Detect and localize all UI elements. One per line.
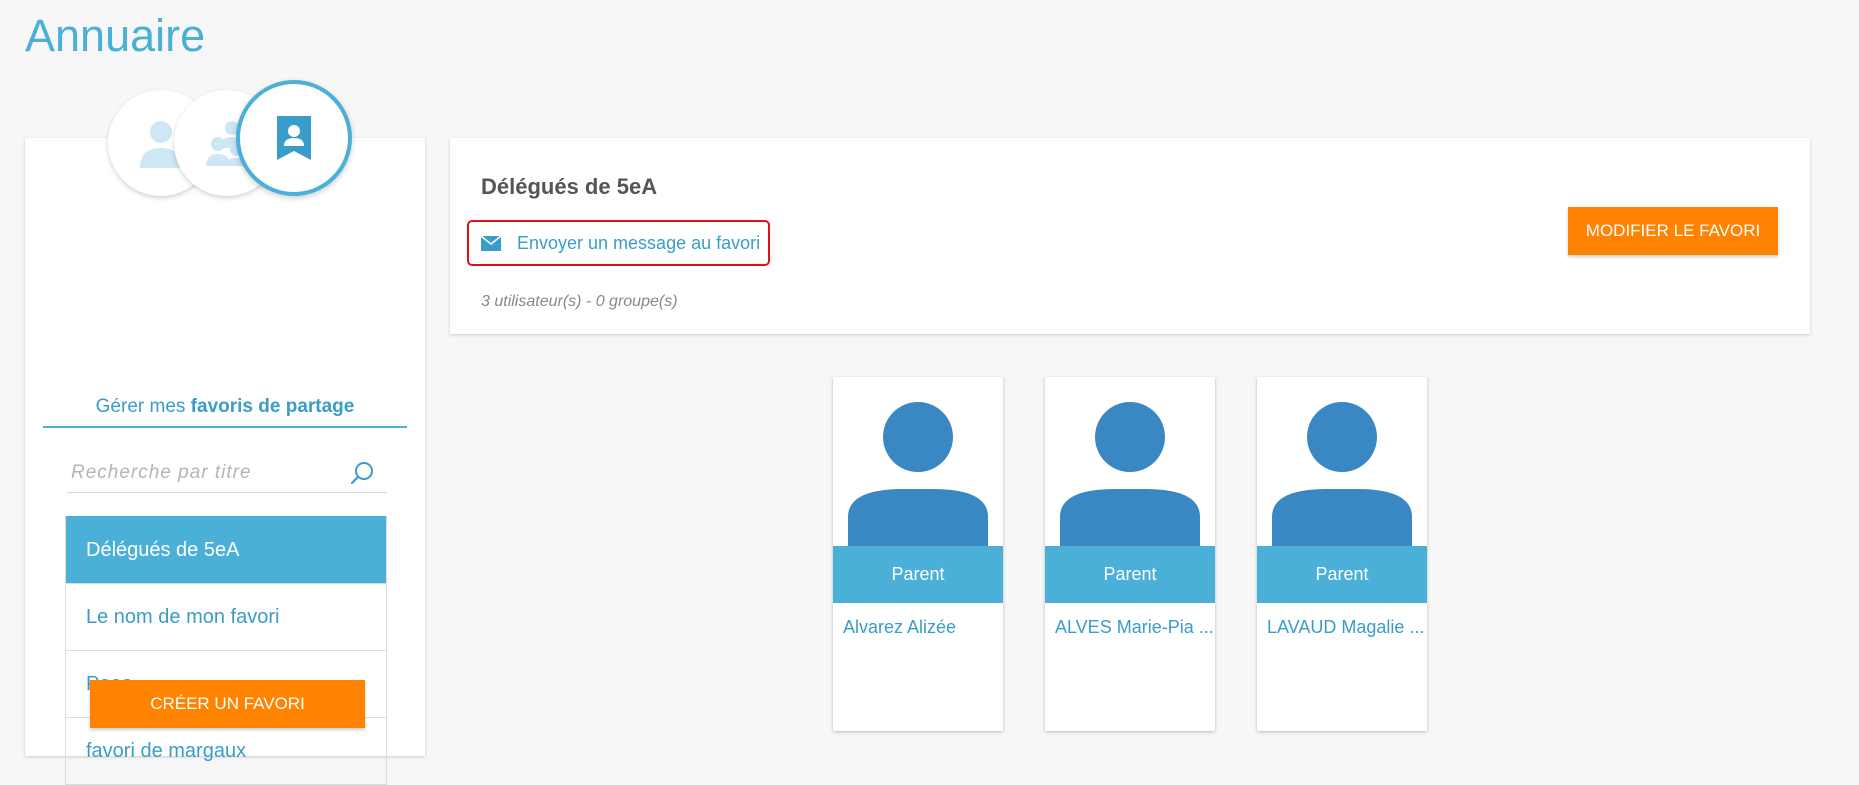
search-icon[interactable] (349, 460, 375, 491)
member-card[interactable]: Parent Alvarez Alizée (833, 377, 1003, 731)
favorites-list: Délégués de 5eA Le nom de mon favori Pao… (65, 516, 387, 785)
manage-favorites-label: Gérer mes favoris de partage (43, 396, 407, 428)
member-card[interactable]: Parent LAVAUD Magalie ... (1257, 377, 1427, 731)
member-name[interactable]: LAVAUD Magalie ... (1267, 617, 1424, 638)
send-message-label: Envoyer un message au favori (517, 232, 761, 253)
create-favorite-button[interactable]: CRÉER UN FAVORI (90, 680, 365, 728)
user-silhouette-icon (1272, 402, 1412, 546)
user-silhouette-icon (1060, 402, 1200, 546)
page-title: Annuaire (25, 10, 206, 61)
envelope-icon (481, 235, 501, 251)
modify-favorite-button[interactable]: MODIFIER LE FAVORI (1568, 207, 1778, 255)
favorite-detail-card: Délégués de 5eA Envoyer un message au fa… (450, 138, 1810, 334)
favorites-search (67, 458, 387, 493)
member-name[interactable]: ALVES Marie-Pia ... (1055, 617, 1214, 638)
member-counts: 3 utilisateur(s) - 0 groupe(s) (481, 293, 678, 310)
search-input[interactable] (67, 458, 341, 488)
favorite-item-le-nom-de-mon-favori[interactable]: Le nom de mon favori (66, 583, 386, 650)
member-name[interactable]: Alvarez Alizée (843, 617, 997, 638)
favorite-title: Délégués de 5eA (481, 174, 658, 199)
sidebar-content: Gérer mes favoris de partage Délégués de… (25, 138, 425, 785)
user-silhouette-icon (848, 402, 988, 546)
manage-label-bold: favoris de partage (190, 396, 355, 417)
send-message-link[interactable]: Envoyer un message au favori (467, 220, 770, 266)
member-role: Parent (1045, 546, 1215, 603)
member-card[interactable]: Parent ALVES Marie-Pia ... (1045, 377, 1215, 731)
favorite-item-delegues-5ea[interactable]: Délégués de 5eA (66, 516, 386, 583)
manage-label-prefix: Gérer mes (95, 396, 191, 417)
member-role: Parent (1257, 546, 1427, 603)
member-role: Parent (833, 546, 1003, 603)
